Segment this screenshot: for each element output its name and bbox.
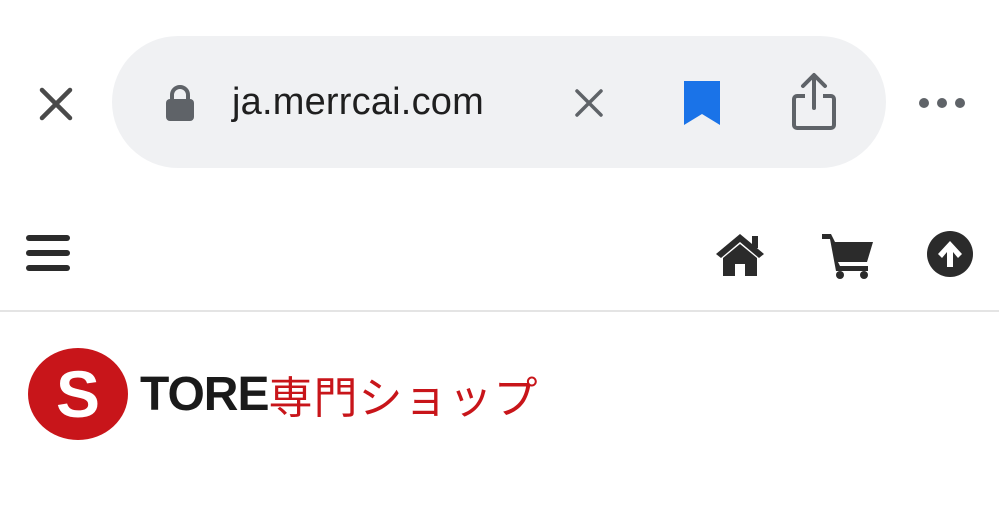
hamburger-menu-icon[interactable]	[24, 232, 72, 274]
store-logo[interactable]: S TORE 専門ショップ	[28, 344, 628, 444]
bookmark-icon[interactable]	[680, 78, 724, 128]
logo-japanese-text: 専門ショップ	[268, 373, 539, 424]
lock-icon	[166, 85, 194, 121]
more-icon[interactable]	[914, 88, 970, 118]
close-icon	[39, 87, 73, 121]
logo-circle: S	[28, 348, 128, 440]
site-header-nav	[0, 200, 999, 312]
address-bar[interactable]	[112, 36, 886, 168]
home-icon[interactable]	[714, 230, 766, 278]
url-text[interactable]: ja.merrcai.com	[232, 76, 484, 128]
share-icon[interactable]	[788, 72, 840, 132]
arrow-up-circle-icon[interactable]	[926, 230, 974, 278]
logo-text: TORE	[140, 367, 269, 421]
browser-toolbar: ja.merrcai.com	[0, 0, 999, 200]
cart-icon[interactable]	[820, 230, 876, 280]
clear-url-button[interactable]	[566, 80, 612, 126]
logo-initial: S	[55, 357, 101, 431]
clear-url-icon	[575, 89, 603, 117]
close-tab-button[interactable]	[30, 78, 82, 130]
